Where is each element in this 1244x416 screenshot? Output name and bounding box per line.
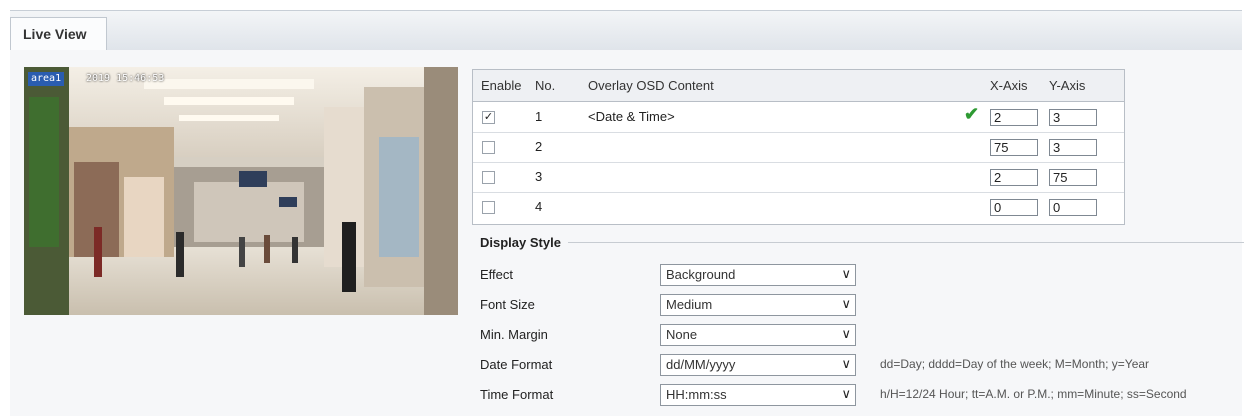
font-size-select[interactable]: Medium ∨ [660, 294, 856, 316]
table-row: ✓ 1 <Date & Time> ✔ 2 3 [473, 102, 1124, 133]
date-format-value: dd/MM/yyyy [666, 357, 736, 372]
enable-checkbox[interactable] [482, 141, 495, 154]
date-format-label: Date Format [480, 357, 553, 372]
min-margin-select[interactable]: None ∨ [660, 324, 856, 346]
font-size-label: Font Size [480, 297, 535, 312]
y-axis-input[interactable]: 3 [1049, 109, 1097, 126]
x-axis-input[interactable]: 0 [990, 199, 1038, 216]
table-header: Enable No. Overlay OSD Content X-Axis Y-… [473, 70, 1124, 102]
header-enable: Enable [481, 78, 522, 93]
date-format-select[interactable]: dd/MM/yyyy ∨ [660, 354, 856, 376]
x-axis-input[interactable]: 75 [990, 139, 1038, 156]
enable-checkbox[interactable]: ✓ [482, 111, 495, 124]
row-number: 2 [535, 139, 543, 154]
y-axis-input[interactable]: 3 [1049, 139, 1097, 156]
section-divider [568, 242, 1244, 243]
chevron-down-icon: ∨ [841, 356, 851, 371]
enable-checkbox[interactable] [482, 201, 495, 214]
min-margin-value: None [666, 327, 698, 342]
min-margin-label: Min. Margin [480, 327, 548, 342]
row-number: 4 [535, 199, 543, 214]
time-format-label: Time Format [480, 387, 554, 402]
chevron-down-icon: ∨ [841, 386, 851, 401]
y-axis-input[interactable]: 0 [1049, 199, 1097, 216]
tab-live-view[interactable]: Live View [10, 17, 107, 51]
osd-content-cell[interactable]: <Date & Time> [588, 102, 675, 132]
effect-label: Effect [480, 267, 514, 282]
tab-bar: Live View [10, 10, 1242, 52]
check-icon: ✔ [964, 104, 980, 124]
effect-select[interactable]: Background ∨ [660, 264, 856, 286]
header-content: Overlay OSD Content [588, 78, 714, 93]
osd-timestamp: 2019 15:46:53 [86, 73, 165, 84]
display-style-title: Display Style [480, 235, 561, 250]
effect-value: Background [666, 267, 736, 282]
table-row: 2 75 3 [473, 132, 1124, 163]
font-size-value: Medium [666, 297, 713, 312]
osd-area-label: area1 [28, 72, 65, 86]
chevron-down-icon: ∨ [841, 326, 851, 341]
row-number: 3 [535, 169, 543, 184]
chevron-down-icon: ∨ [841, 266, 851, 281]
time-format-hint: h/H=12/24 Hour; tt=A.M. or P.M.; mm=Minu… [880, 387, 1187, 401]
x-axis-input[interactable]: 2 [990, 109, 1038, 126]
header-x-axis: X-Axis [990, 78, 1028, 93]
header-y-axis: Y-Axis [1049, 78, 1086, 93]
video-frame-image [24, 67, 458, 315]
date-format-hint: dd=Day; dddd=Day of the week; M=Month; y… [880, 357, 1150, 371]
row-number: 1 [535, 109, 543, 124]
time-format-select[interactable]: HH:mm:ss ∨ [660, 384, 856, 406]
y-axis-input[interactable]: 75 [1049, 169, 1097, 186]
osd-table: Enable No. Overlay OSD Content X-Axis Y-… [472, 69, 1125, 225]
chevron-down-icon: ∨ [841, 296, 851, 311]
header-no: No. [535, 78, 556, 93]
table-row: 4 0 0 [473, 192, 1124, 222]
enable-checkbox[interactable] [482, 171, 495, 184]
live-video-preview: area1 2019 15:46:53 [24, 67, 458, 315]
x-axis-input[interactable]: 2 [990, 169, 1038, 186]
time-format-value: HH:mm:ss [666, 387, 727, 402]
table-row: 3 2 75 [473, 162, 1124, 193]
